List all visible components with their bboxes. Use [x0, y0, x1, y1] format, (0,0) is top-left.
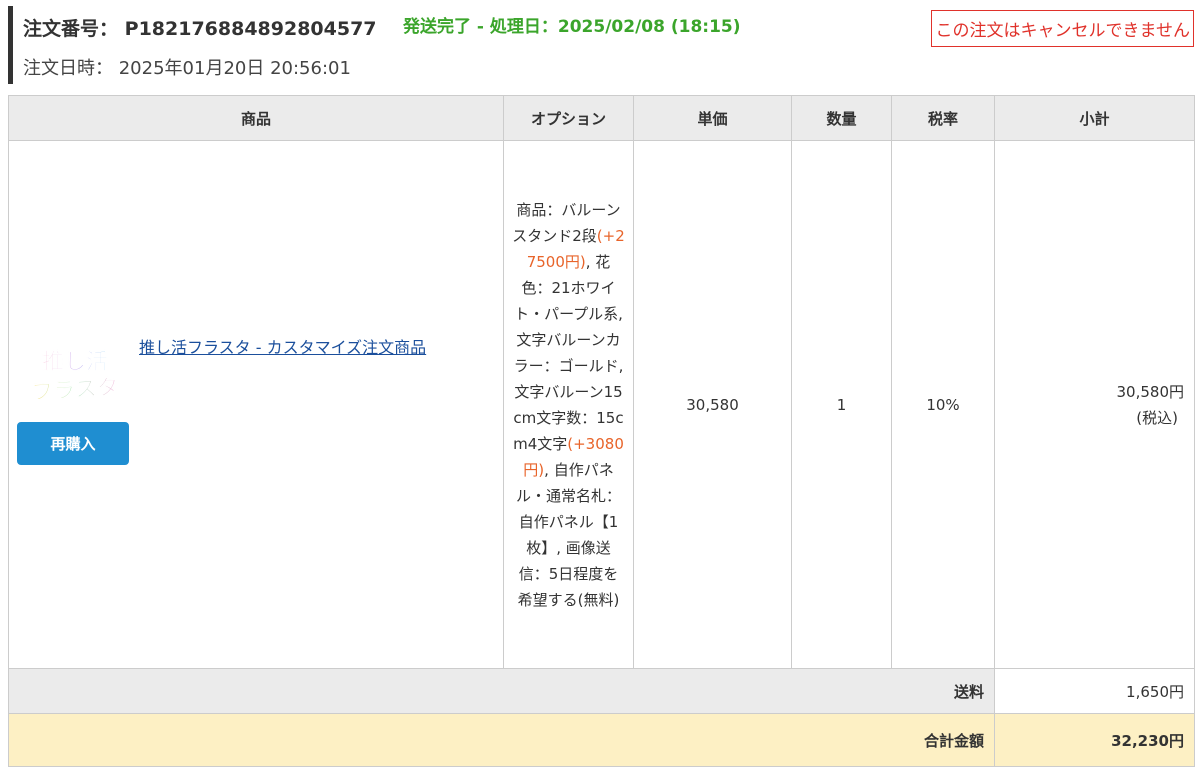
options-text-2: , 花色：21ホワイト・パープル系, 文字バルーンカラー：ゴールド, 文字バルー… — [513, 252, 624, 453]
order-status: 発送完了 - 処理日：2025/02/08 (18:15) — [403, 17, 741, 37]
shipping-row: 送料 1,650円 — [8, 668, 1195, 714]
cancel-notice: この注文はキャンセルできません — [930, 10, 1194, 47]
header-unit-price: 単価 — [633, 95, 792, 141]
order-date: 注文日時： 2025年01月20日 20:56:01 — [23, 54, 351, 80]
options-cell: 商品：バルーンスタンド2段(+27500円), 花色：21ホワイト・パープル系,… — [503, 140, 634, 669]
subtotal-cell: 30,580円 (税込) — [994, 140, 1195, 669]
options-text-3: , 自作パネル・通常名札：自作パネル【1枚】, 画像送信：5日程度を希望する(無… — [515, 460, 621, 609]
order-date-label: 注文日時： — [23, 58, 113, 79]
subtotal-tax-note: (税込) — [1136, 408, 1178, 427]
table-header-row: 商品 オプション 単価 数量 税率 小計 — [8, 95, 1195, 141]
tax-rate-cell: 10% — [891, 140, 995, 669]
order-header: 注文番号： P182176884892804577 発送完了 - 処理日：202… — [8, 6, 1194, 84]
order-number-label: 注文番号： — [23, 18, 119, 40]
total-value: 32,230円 — [994, 713, 1195, 767]
rebuy-button[interactable]: 再購入 — [17, 422, 129, 465]
product-cell: 推し活 フラスタ 再購入 推し活フラスタ - カスタマイズ注文商品 — [8, 140, 504, 669]
logo-text-line2: フラスタ — [31, 375, 120, 405]
order-date-value: 2025年01月20日 20:56:01 — [118, 58, 351, 79]
table-row: 推し活 フラスタ 再購入 推し活フラスタ - カスタマイズ注文商品 商品：バルー… — [8, 140, 1195, 669]
shipping-value: 1,650円 — [994, 668, 1195, 714]
quantity-cell: 1 — [791, 140, 892, 669]
product-logo: 推し活 フラスタ — [30, 350, 120, 405]
header-subtotal: 小計 — [994, 95, 1195, 141]
header-options: オプション — [503, 95, 634, 141]
header-tax-rate: 税率 — [891, 95, 995, 141]
product-name-link[interactable]: 推し活フラスタ - カスタマイズ注文商品 — [139, 334, 426, 358]
total-row: 合計金額 32,230円 — [8, 713, 1195, 767]
total-label: 合計金額 — [8, 713, 995, 767]
subtotal-value: 30,580円 — [1116, 382, 1185, 401]
shipping-label: 送料 — [8, 668, 995, 714]
order-table: 商品 オプション 単価 数量 税率 小計 推し活 フラスタ 再購入 推し活フラス… — [8, 95, 1195, 767]
unit-price-cell: 30,580 — [633, 140, 792, 669]
header-product: 商品 — [8, 95, 504, 141]
order-number-value: P182176884892804577 — [124, 18, 377, 40]
order-number: 注文番号： P182176884892804577 — [23, 14, 377, 41]
logo-text-line1: 推し活 — [42, 350, 108, 375]
header-quantity: 数量 — [791, 95, 892, 141]
